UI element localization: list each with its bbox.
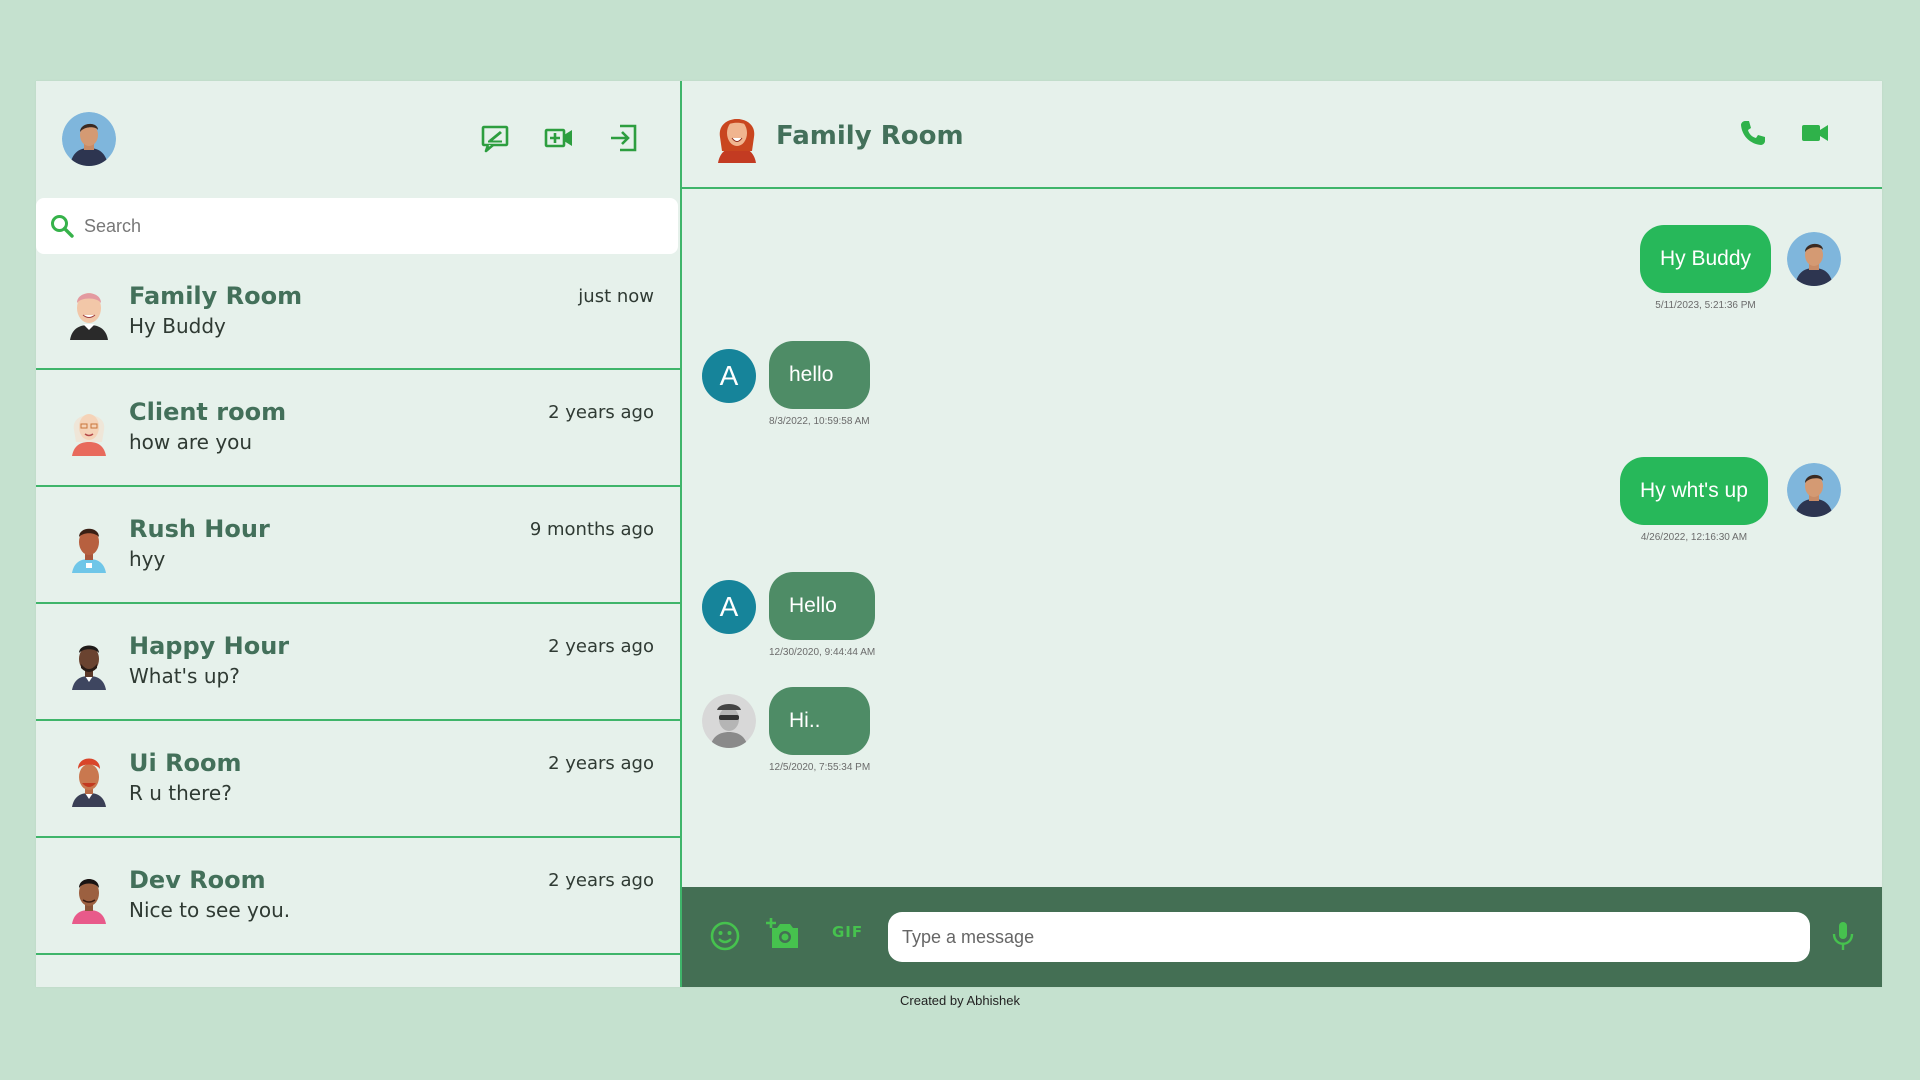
message-timestamp: 12/5/2020, 7:55:34 PM — [769, 762, 871, 773]
video-add-icon[interactable] — [544, 123, 574, 153]
room-avatar — [72, 414, 106, 456]
message-bubble: Hi.. — [769, 687, 871, 755]
search-bar — [36, 198, 678, 254]
room-item-client-room[interactable]: Client room how are you 2 years ago — [36, 370, 680, 487]
video-icon[interactable] — [1800, 118, 1830, 148]
room-last-message: Hy Buddy — [129, 314, 226, 338]
message-bubble: hello — [769, 341, 870, 409]
gif-icon[interactable]: GIF — [832, 923, 866, 947]
message-timestamp: 12/30/2020, 9:44:44 AM — [769, 647, 876, 658]
chat-panel: Family Room Hy Buddy 5/11/2023, 5:21:36 … — [682, 81, 1882, 987]
message-incoming: Hello 12/30/2020, 9:44:44 AM — [769, 572, 876, 658]
chat-header: Family Room — [682, 81, 1882, 189]
message-incoming: Hi.. 12/5/2020, 7:55:34 PM — [769, 687, 871, 773]
room-name: Rush Hour — [129, 515, 270, 543]
room-name: Happy Hour — [129, 632, 290, 660]
message-incoming: hello 8/3/2022, 10:59:58 AM — [769, 341, 870, 427]
phone-icon[interactable] — [1738, 118, 1768, 148]
room-item-happy-hour[interactable]: Happy Hour What's up? 2 years ago — [36, 604, 680, 721]
message-timestamp: 4/26/2022, 12:16:30 AM — [1640, 532, 1748, 543]
message-input[interactable] — [888, 912, 1810, 962]
sidebar-header — [36, 81, 680, 198]
room-item-ui-room[interactable]: Ui Room R u there? 2 years ago — [36, 721, 680, 838]
sender-avatar — [1787, 232, 1841, 286]
room-name: Family Room — [129, 282, 303, 310]
new-chat-icon[interactable] — [480, 123, 510, 153]
microphone-icon[interactable] — [1826, 919, 1860, 953]
user-avatar[interactable] — [62, 112, 116, 166]
room-item-dev-room[interactable]: Dev Room Nice to see you. 2 years ago — [36, 838, 680, 955]
sidebar: Family Room Hy Buddy just now Client roo… — [36, 81, 682, 987]
room-time: 2 years ago — [548, 870, 654, 891]
room-avatar — [72, 879, 106, 924]
room-time: 2 years ago — [548, 753, 654, 774]
footer-credit: Created by Abhishek — [900, 993, 1020, 1008]
room-list: Family Room Hy Buddy just now Client roo… — [36, 254, 680, 987]
room-last-message: how are you — [129, 430, 253, 454]
room-avatar — [72, 528, 106, 573]
chat-actions — [1738, 118, 1830, 148]
room-time: 9 months ago — [529, 519, 654, 540]
room-last-message: What's up? — [129, 664, 240, 688]
room-avatar — [72, 645, 106, 690]
room-avatar — [72, 758, 106, 807]
sidebar-header-actions — [480, 123, 638, 153]
room-item-family-room[interactable]: Family Room Hy Buddy just now — [36, 254, 680, 370]
room-last-message: Nice to see you. — [129, 898, 291, 922]
room-name: Ui Room — [129, 749, 242, 777]
room-time: 2 years ago — [548, 402, 654, 423]
room-avatar — [70, 293, 108, 340]
camera-add-icon[interactable] — [766, 917, 800, 951]
message-outgoing: Hy Buddy 5/11/2023, 5:21:36 PM — [1640, 225, 1772, 311]
sender-avatar — [1787, 463, 1841, 517]
room-last-message: R u there? — [129, 781, 232, 805]
sender-avatar: A — [702, 349, 756, 403]
search-input[interactable] — [84, 215, 678, 237]
message-bubble: Hy Buddy — [1640, 225, 1772, 293]
sender-avatar — [702, 694, 756, 748]
chat-title: Family Room — [776, 121, 964, 151]
room-name: Dev Room — [129, 866, 266, 894]
room-item-rush-hour[interactable]: Rush Hour hyy 9 months ago — [36, 487, 680, 604]
search-icon — [51, 215, 74, 238]
message-bubble: Hy wht's up — [1620, 457, 1768, 525]
message-composer: GIF — [682, 887, 1882, 987]
room-last-message: hyy — [129, 547, 166, 571]
room-time: 2 years ago — [548, 636, 654, 657]
room-name: Client room — [129, 398, 287, 426]
message-outgoing: Hy wht's up 4/26/2022, 12:16:30 AM — [1620, 457, 1768, 543]
chat-room-avatar — [718, 119, 756, 163]
emoji-icon[interactable] — [708, 919, 742, 953]
message-timestamp: 5/11/2023, 5:21:36 PM — [1655, 300, 1756, 311]
sender-avatar: A — [702, 580, 756, 634]
message-timestamp: 8/3/2022, 10:59:58 AM — [769, 416, 870, 427]
logout-icon[interactable] — [608, 123, 638, 153]
message-list: Hy Buddy 5/11/2023, 5:21:36 PM A hello 8… — [682, 189, 1882, 887]
room-time: just now — [578, 286, 654, 307]
chat-app: Family Room Hy Buddy just now Client roo… — [36, 81, 1882, 987]
message-bubble: Hello — [769, 572, 876, 640]
